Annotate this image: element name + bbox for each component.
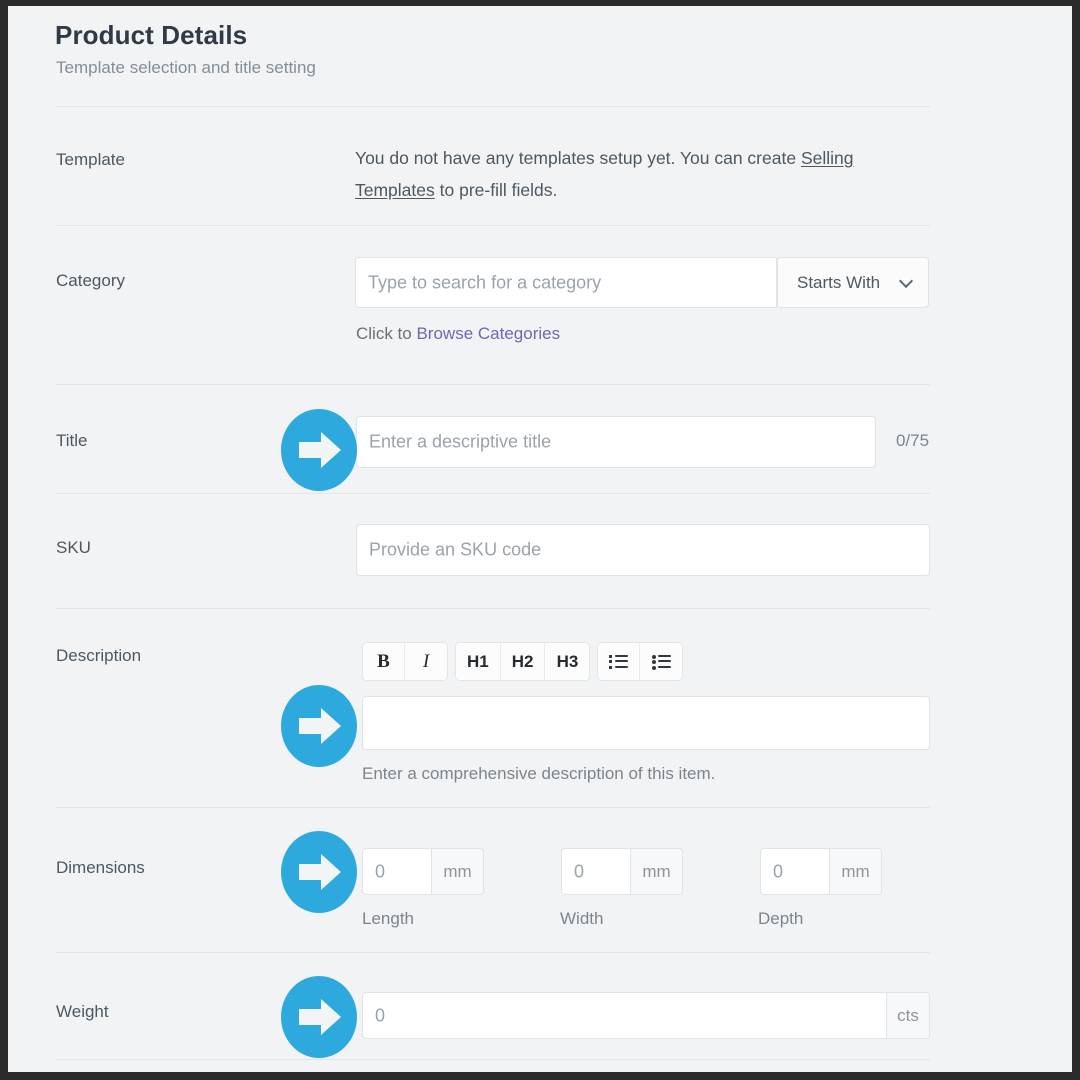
ordered-list-button[interactable] [598, 643, 640, 680]
dimension-depth-placeholder: 0 [773, 861, 784, 881]
description-help-text: Enter a comprehensive description of thi… [362, 764, 716, 783]
weight-unit: cts [887, 992, 930, 1039]
browse-prefix: Click to [356, 324, 417, 343]
dimension-width-placeholder: 0 [574, 861, 585, 881]
dimension-depth-unit: mm [830, 848, 882, 895]
heading-button-group: H1 H2 H3 [455, 642, 591, 681]
divider-title [55, 493, 930, 494]
heading3-button[interactable]: H3 [545, 643, 590, 680]
divider-template [55, 225, 930, 226]
browse-categories-link[interactable]: Browse Categories [416, 324, 560, 343]
heading1-button[interactable]: H1 [456, 643, 501, 680]
category-match-mode-value: Starts With [797, 272, 881, 292]
title-placeholder: Enter a descriptive title [369, 431, 552, 452]
dimensions-label: Dimensions [56, 858, 145, 877]
sku-input[interactable]: Provide an SKU code [356, 524, 930, 576]
weight-placeholder: 0 [375, 1005, 386, 1025]
dimension-width-input[interactable]: 0 [561, 848, 631, 895]
title-label: Title [56, 431, 88, 450]
category-match-mode-select[interactable]: Starts With [777, 257, 929, 308]
heading2-button[interactable]: H2 [500, 643, 546, 680]
browse-categories-text: Click to Browse Categories [356, 324, 560, 344]
category-label: Category [56, 271, 125, 290]
divider-weight [55, 1059, 930, 1060]
template-message-before: You do not have any templates setup yet.… [355, 148, 801, 168]
category-search-placeholder: Type to search for a category [368, 272, 602, 292]
bold-button[interactable]: B [363, 643, 405, 680]
title-char-counter: 0/75 [896, 431, 930, 450]
weight-label: Weight [56, 1002, 109, 1021]
arrow-right-icon [281, 409, 357, 491]
list-button-group [597, 642, 683, 681]
title-input[interactable]: Enter a descriptive title [356, 416, 876, 468]
category-search-input[interactable]: Type to search for a category [355, 257, 777, 308]
arrow-right-icon [281, 685, 357, 767]
dimension-length-placeholder: 0 [375, 861, 386, 881]
dimension-length-input[interactable]: 0 [362, 848, 432, 895]
sku-placeholder: Provide an SKU code [369, 539, 542, 560]
dimension-width-unit: mm [631, 848, 683, 895]
description-textarea[interactable] [362, 696, 930, 750]
dimension-width-caption: Width [560, 909, 604, 928]
divider-description [55, 807, 930, 808]
description-label: Description [56, 646, 142, 665]
product-details-page: Product Details Template selection and t… [8, 6, 1072, 1072]
dimension-depth-caption: Depth [758, 909, 804, 928]
divider-category [55, 384, 930, 385]
dimension-length-unit: mm [432, 848, 484, 895]
text-style-button-group: B I [362, 642, 448, 681]
weight-input[interactable]: 0 [362, 992, 887, 1039]
template-message: You do not have any templates setup yet.… [355, 142, 915, 206]
sku-label: SKU [56, 538, 91, 557]
template-message-after: to pre-fill fields. [434, 180, 558, 200]
italic-button[interactable]: I [405, 643, 447, 680]
dimension-depth-input[interactable]: 0 [760, 848, 830, 895]
divider-dimensions [55, 952, 930, 953]
chevron-down-icon [898, 273, 914, 288]
page-subtitle: Template selection and title setting [56, 58, 316, 77]
template-label: Template [56, 150, 125, 169]
divider-sku [55, 608, 930, 609]
unordered-list-icon [651, 654, 671, 670]
dimension-length-caption: Length [362, 909, 414, 928]
arrow-right-icon [281, 831, 357, 913]
unordered-list-button[interactable] [640, 643, 682, 680]
ordered-list-icon [609, 654, 628, 669]
arrow-right-icon [281, 976, 357, 1058]
divider-header [55, 106, 930, 107]
page-title: Product Details [55, 20, 248, 50]
